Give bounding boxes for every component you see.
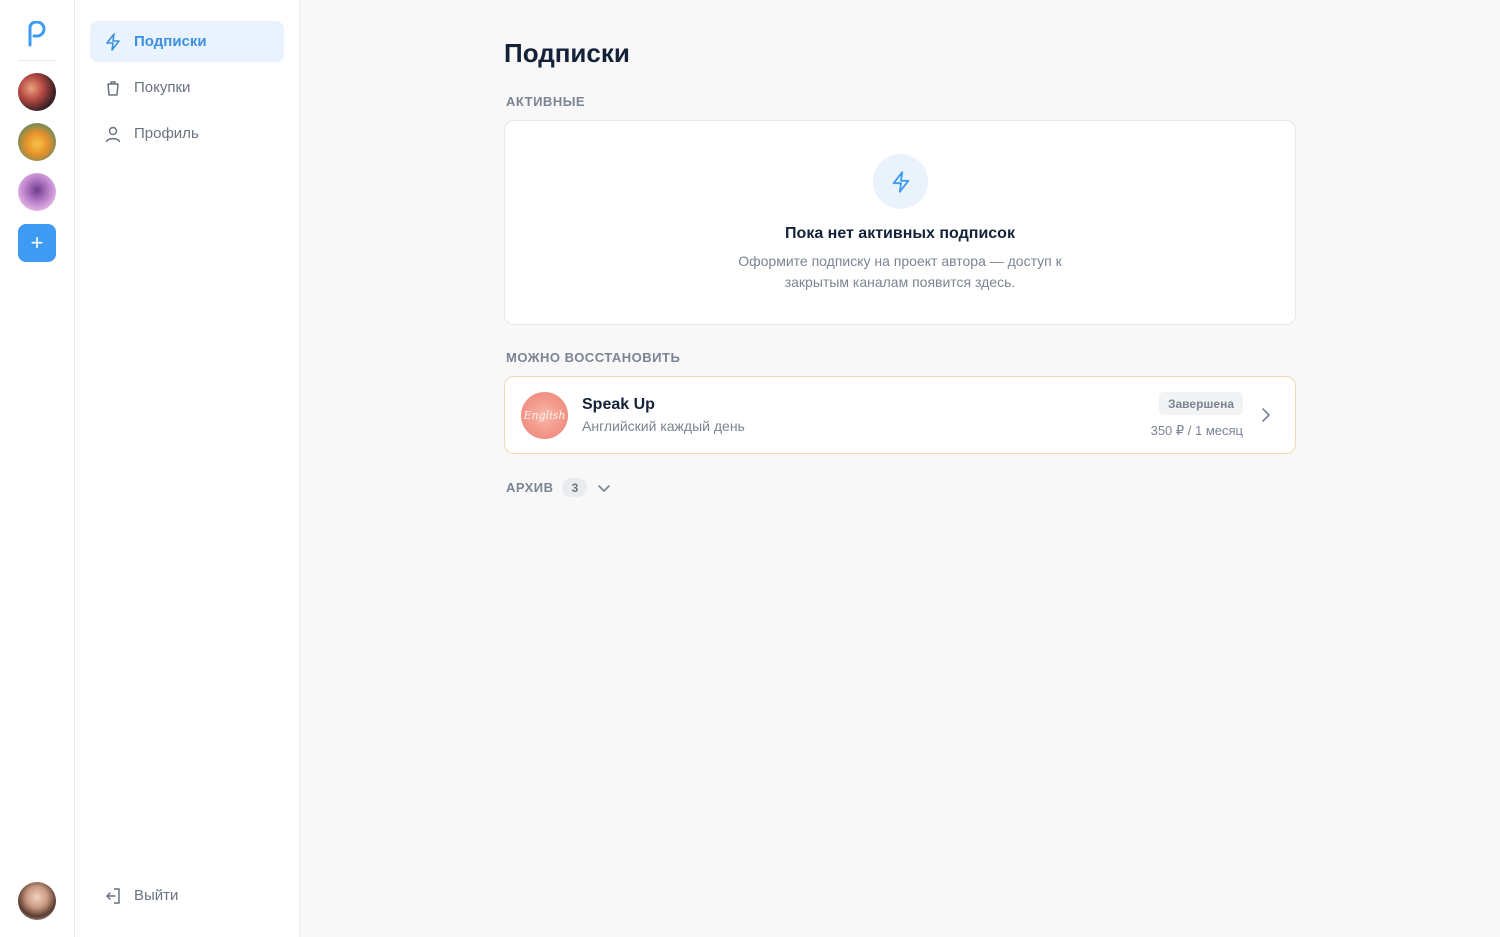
workspace-avatar[interactable] (18, 173, 56, 211)
chevron-right-icon (1259, 407, 1273, 423)
subscription-name: Speak Up (582, 396, 655, 413)
main-content: Подписки АКТИВНЫЕ Пока нет активных подп… (300, 0, 1500, 937)
lightning-icon (104, 32, 122, 51)
status-badge: Завершена (1158, 392, 1243, 415)
add-workspace-button[interactable]: + (18, 224, 56, 262)
user-avatar[interactable] (18, 882, 56, 920)
user-icon (104, 125, 122, 143)
app-logo-icon[interactable] (24, 20, 50, 48)
lightning-icon (873, 154, 928, 209)
page-title: Подписки (504, 38, 630, 68)
archive-count-badge: 3 (562, 478, 588, 497)
sidebar-item-label: Профиль (134, 125, 199, 142)
workspace-avatar[interactable] (18, 123, 56, 161)
archive-label: АРХИВ (506, 480, 554, 495)
empty-state-description: Оформите подписку на проект автора — дос… (738, 253, 1062, 290)
logout-label: Выйти (134, 887, 179, 904)
rail-divider (18, 60, 56, 61)
section-label-restore: МОЖНО ВОССТАНОВИТЬ (506, 350, 681, 365)
empty-state-card: Пока нет активных подписок Оформите подп… (504, 120, 1296, 325)
sidebar: Подписки Покупки Профиль Выйти (75, 0, 300, 937)
subscription-description: Английский каждый день (582, 418, 745, 434)
subscription-price: 350 ₽ / 1 месяц (1150, 423, 1243, 438)
trash-bag-icon (104, 79, 122, 97)
section-label-active: АКТИВНЫЕ (506, 94, 586, 109)
sidebar-item-label: Подписки (134, 33, 207, 50)
workspace-rail: + (0, 0, 75, 937)
sidebar-item-purchases[interactable]: Покупки (90, 67, 284, 108)
empty-state-title: Пока нет активных подписок (785, 225, 1015, 242)
sidebar-item-subscriptions[interactable]: Подписки (90, 21, 284, 62)
sidebar-item-label: Покупки (134, 79, 191, 96)
sidebar-item-profile[interactable]: Профиль (90, 113, 284, 154)
subscription-avatar: English (521, 392, 568, 439)
chevron-down-icon (597, 481, 611, 495)
workspace-avatar[interactable] (18, 73, 56, 111)
logout-button[interactable]: Выйти (90, 875, 284, 916)
archive-toggle[interactable]: АРХИВ 3 (506, 478, 611, 497)
logout-icon (104, 887, 122, 905)
subscription-card[interactable]: English Speak Up Английский каждый день … (504, 376, 1296, 454)
